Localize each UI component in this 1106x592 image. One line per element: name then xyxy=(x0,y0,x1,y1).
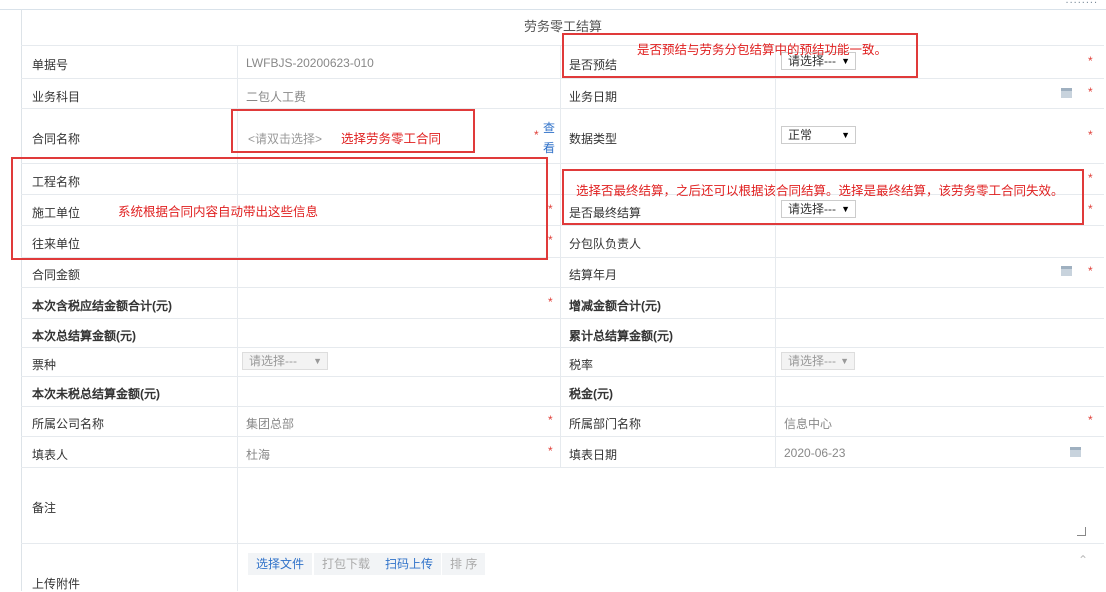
pack-download-button[interactable]: 打包下载 xyxy=(314,553,379,575)
row-divider xyxy=(21,406,1104,407)
biz-date-label: 业务日期 xyxy=(569,90,618,104)
remark-textarea[interactable] xyxy=(238,470,1090,540)
tax-rate-select[interactable]: 请选择--- ▼ xyxy=(781,352,855,370)
scan-upload-button[interactable]: 扫码上传 xyxy=(377,553,442,575)
row-divider xyxy=(21,436,1104,437)
caret-down-icon: ▼ xyxy=(841,130,850,140)
row-divider xyxy=(21,467,1104,468)
tax-incl-total-label: 本次含税应结金额合计(元) xyxy=(32,299,172,313)
col-divider xyxy=(560,45,561,467)
team-lead-label: 分包队负责人 xyxy=(569,237,642,251)
invoice-type-select[interactable]: 请选择--- ▼ xyxy=(242,352,328,370)
data-type-value: 正常 xyxy=(788,128,813,142)
invoice-type-label: 票种 xyxy=(32,358,57,372)
row-divider xyxy=(21,108,1104,109)
company-label: 所属公司名称 xyxy=(32,417,105,431)
remark-label: 备注 xyxy=(32,501,57,515)
required-mark: * xyxy=(548,295,553,309)
row-divider xyxy=(21,318,1104,319)
subject-label: 业务科目 xyxy=(32,90,81,104)
required-mark: * xyxy=(1088,85,1093,99)
company-value: 集团总部 xyxy=(246,417,295,431)
attachment-label: 上传附件 xyxy=(32,577,81,591)
choose-file-button[interactable]: 选择文件 xyxy=(248,553,313,575)
fill-date-label: 填表日期 xyxy=(569,448,618,462)
filler-label: 填表人 xyxy=(32,448,69,462)
calendar-icon[interactable] xyxy=(1070,447,1081,457)
calendar-icon[interactable] xyxy=(1061,266,1072,276)
dept-label: 所属部门名称 xyxy=(569,417,642,431)
chevron-up-icon[interactable]: ⌃ xyxy=(1078,553,1088,567)
required-mark: * xyxy=(548,413,553,427)
dept-value: 信息中心 xyxy=(784,417,833,431)
row-divider xyxy=(21,376,1104,377)
required-mark: * xyxy=(1088,128,1093,142)
cum-total-label: 累计总结算金额(元) xyxy=(569,329,673,343)
doc-no-label: 单据号 xyxy=(32,58,69,72)
caret-down-icon: ▼ xyxy=(840,356,849,366)
row-divider xyxy=(21,78,1104,79)
required-mark: * xyxy=(1088,202,1093,216)
row-divider xyxy=(21,347,1104,348)
annotation-prepay: 是否预结与劳务分包结算中的预结功能一致。 xyxy=(637,43,888,57)
required-mark: * xyxy=(548,444,553,458)
required-mark: * xyxy=(548,233,553,247)
contract-amount-label: 合同金额 xyxy=(32,268,81,282)
settle-total-label: 本次总结算金额(元) xyxy=(32,329,136,343)
fill-date-value: 2020-06-23 xyxy=(784,446,846,460)
pre-tax-total-label: 本次未税总结算金额(元) xyxy=(32,387,160,401)
data-type-select[interactable]: 正常 ▼ xyxy=(781,126,856,144)
settle-month-label: 结算年月 xyxy=(569,268,618,282)
annotation-contract: 选择劳务零工合同 xyxy=(341,132,442,146)
invoice-type-value: 请选择--- xyxy=(249,354,297,368)
required-mark: * xyxy=(534,128,539,142)
breadcrumb: ........ xyxy=(1065,0,1098,6)
caret-down-icon: ▼ xyxy=(313,356,322,366)
left-border xyxy=(21,9,22,591)
top-nav-bar: ........ xyxy=(0,0,1106,10)
required-mark: * xyxy=(1088,54,1093,68)
col-divider xyxy=(775,45,776,467)
sort-button[interactable]: 排 序 xyxy=(442,553,486,575)
doc-no-value: LWFBJS-20200623-010 xyxy=(246,56,374,70)
subject-value: 二包人工费 xyxy=(246,90,307,104)
tax-label: 税金(元) xyxy=(569,387,613,401)
filler-value: 杜海 xyxy=(246,448,271,462)
delta-total-label: 增减金额合计(元) xyxy=(569,299,661,313)
row-divider xyxy=(21,287,1104,288)
tax-rate-value: 请选择--- xyxy=(788,354,836,368)
annotation-auto-fill: 系统根据合同内容自动带出这些信息 xyxy=(118,205,319,219)
required-mark: * xyxy=(1088,171,1093,185)
view-contract-link[interactable]: 查看 xyxy=(543,118,555,158)
data-type-label: 数据类型 xyxy=(569,132,618,146)
required-mark: * xyxy=(1088,264,1093,278)
row-divider xyxy=(21,543,1104,544)
tax-rate-label: 税率 xyxy=(569,358,594,372)
required-mark: * xyxy=(1088,413,1093,427)
required-mark: * xyxy=(548,202,553,216)
resize-grip-icon[interactable] xyxy=(1077,527,1086,536)
calendar-icon[interactable] xyxy=(1061,88,1072,98)
contract-label: 合同名称 xyxy=(32,132,81,146)
annotation-final: 选择否最终结算，之后还可以根据该合同结算。选择是最终结算，该劳务零工合同失效。 xyxy=(576,184,1064,198)
